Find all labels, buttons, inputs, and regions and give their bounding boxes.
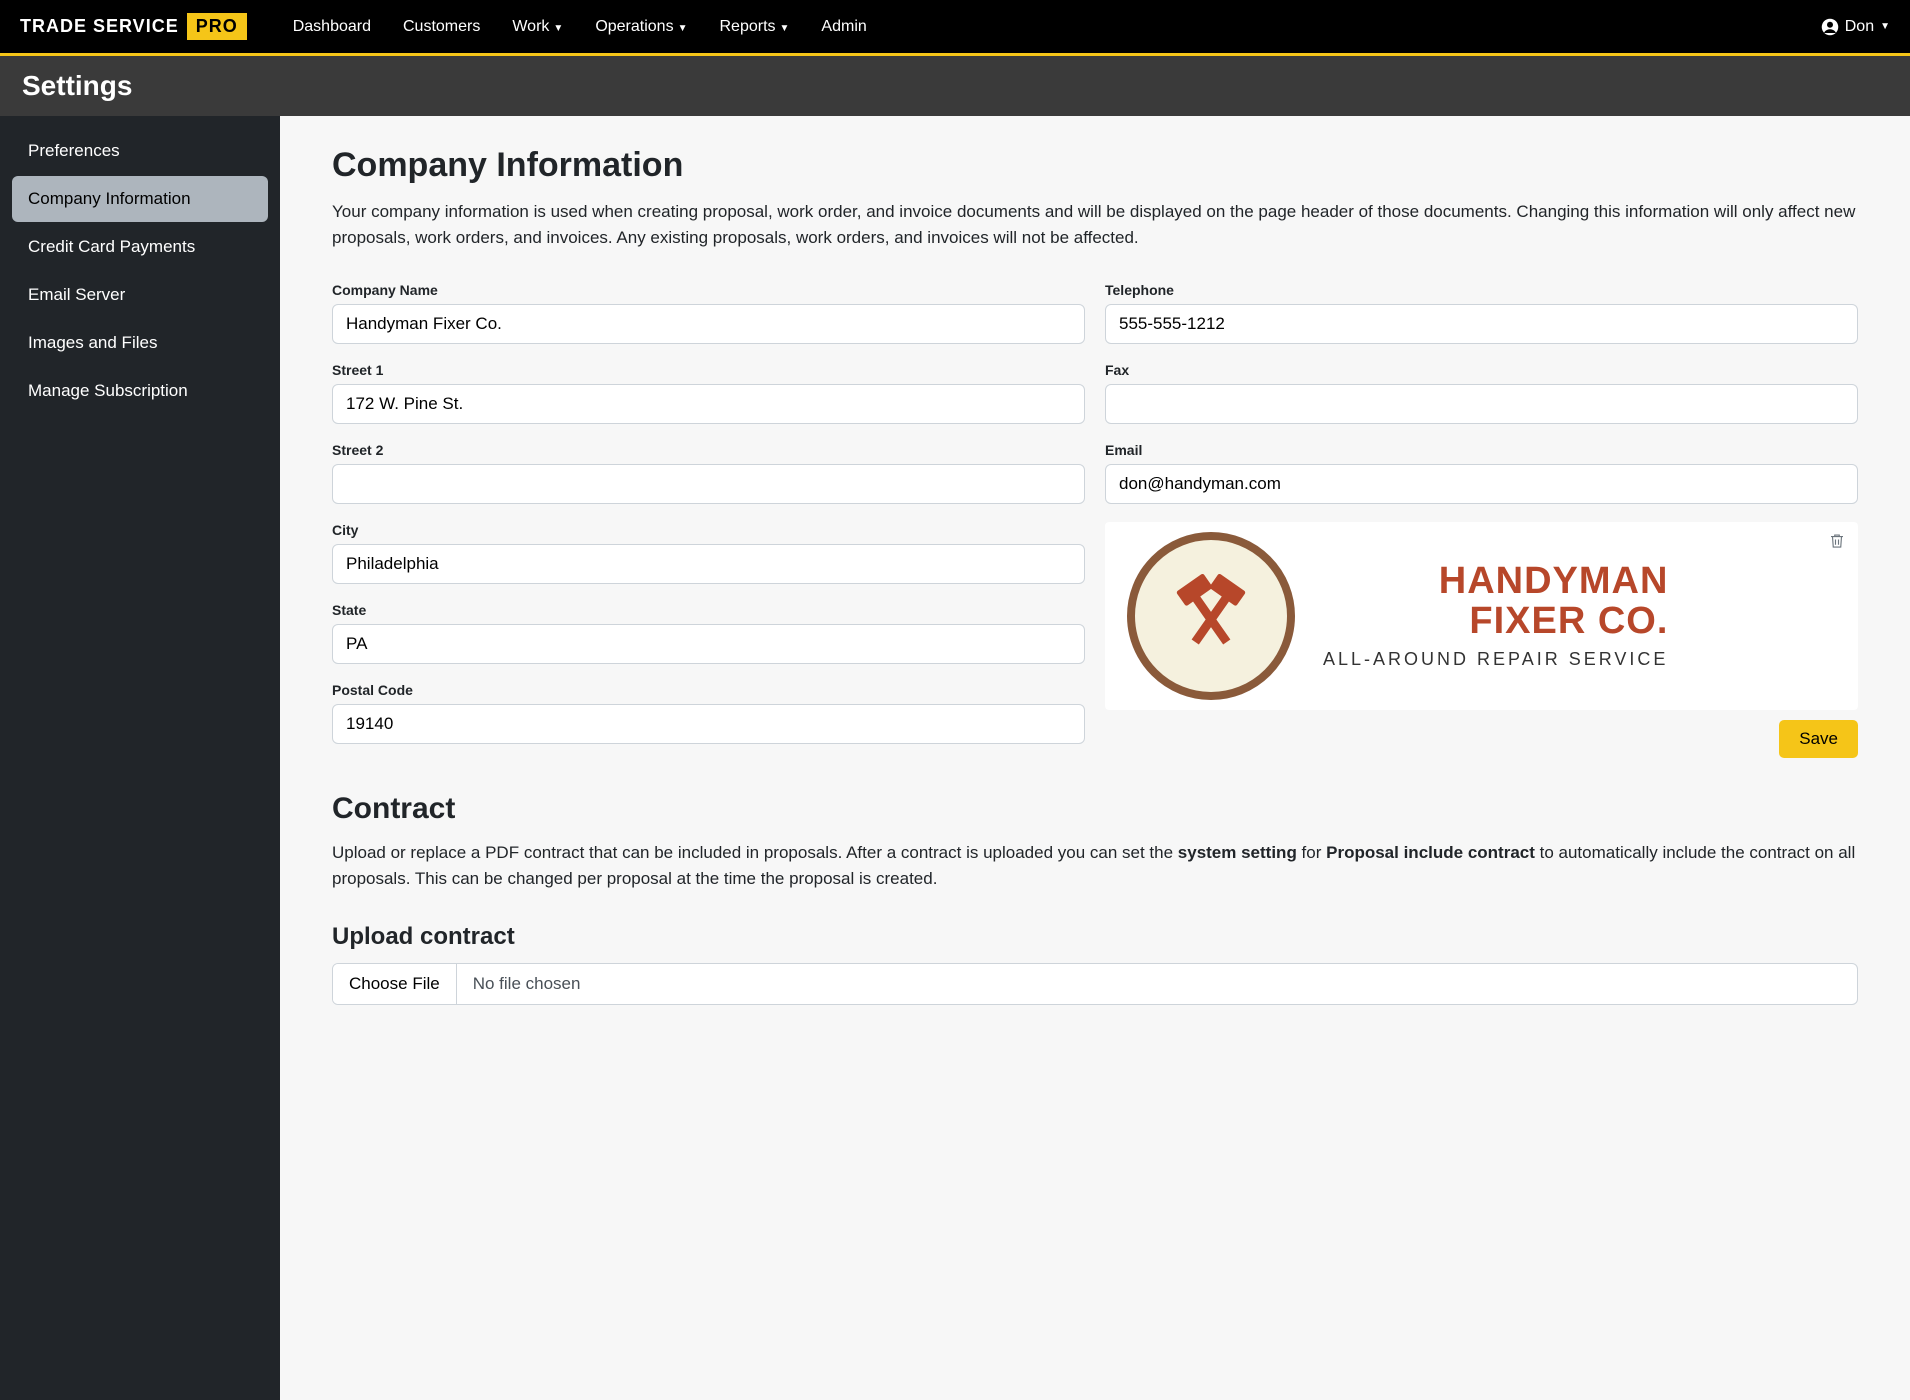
sidebar-item-company-information[interactable]: Company Information (12, 176, 268, 222)
crossed-hammers-icon (1156, 559, 1266, 669)
nav-work[interactable]: Work ▼ (496, 8, 579, 46)
section-title: Company Information (332, 146, 1858, 185)
postal-code-input[interactable] (332, 704, 1085, 744)
logo-title-line2: FIXER CO. (1323, 602, 1668, 642)
caret-down-icon: ▼ (678, 23, 688, 34)
nav-links: Dashboard Customers Work ▼ Operations ▼ Re… (277, 8, 883, 46)
delete-logo-button[interactable] (1828, 532, 1846, 555)
top-nav: TRADE SERVICE PRO Dashboard Customers Wo… (0, 0, 1910, 56)
choose-file-button[interactable]: Choose File (333, 964, 457, 1004)
brand-logo[interactable]: TRADE SERVICE PRO (20, 13, 247, 40)
fax-label: Fax (1105, 362, 1858, 378)
street2-label: Street 2 (332, 442, 1085, 458)
user-menu[interactable]: Don ▼ (1821, 18, 1890, 36)
upload-contract-title: Upload contract (332, 923, 1858, 951)
nav-customers[interactable]: Customers (387, 8, 496, 46)
state-input[interactable] (332, 624, 1085, 664)
street2-input[interactable] (332, 464, 1085, 504)
caret-down-icon: ▼ (1880, 21, 1890, 32)
contract-description: Upload or replace a PDF contract that ca… (332, 840, 1858, 891)
street1-label: Street 1 (332, 362, 1085, 378)
postal-code-label: Postal Code (332, 682, 1085, 698)
contract-desc-part1: Upload or replace a PDF contract that ca… (332, 843, 1178, 862)
telephone-label: Telephone (1105, 282, 1858, 298)
street1-input[interactable] (332, 384, 1085, 424)
nav-admin[interactable]: Admin (805, 8, 882, 46)
sidebar-item-preferences[interactable]: Preferences (12, 128, 268, 174)
sidebar-item-credit-card-payments[interactable]: Credit Card Payments (12, 224, 268, 270)
contract-desc-bold1: system setting (1178, 843, 1297, 862)
sidebar-item-images-and-files[interactable]: Images and Files (12, 320, 268, 366)
caret-down-icon: ▼ (780, 23, 790, 34)
brand-name: TRADE SERVICE (20, 16, 179, 37)
sidebar-item-manage-subscription[interactable]: Manage Subscription (12, 368, 268, 414)
nav-work-label: Work (512, 18, 549, 35)
nav-dashboard[interactable]: Dashboard (277, 8, 387, 46)
telephone-input[interactable] (1105, 304, 1858, 344)
state-label: State (332, 602, 1085, 618)
company-logo-preview: HANDYMAN FIXER CO. ALL-AROUND REPAIR SER… (1105, 522, 1858, 710)
page-title: Settings (0, 56, 1910, 116)
fax-input[interactable] (1105, 384, 1858, 424)
city-label: City (332, 522, 1085, 538)
logo-subtitle: ALL-AROUND REPAIR SERVICE (1323, 649, 1668, 670)
trash-icon (1828, 532, 1846, 550)
save-button[interactable]: Save (1779, 720, 1858, 758)
contract-desc-bold2: Proposal include contract (1326, 843, 1535, 862)
sidebar-item-email-server[interactable]: Email Server (12, 272, 268, 318)
logo-circle-icon (1127, 532, 1295, 700)
email-input[interactable] (1105, 464, 1858, 504)
company-name-input[interactable] (332, 304, 1085, 344)
nav-operations-label: Operations (595, 18, 673, 35)
logo-title-line1: HANDYMAN (1323, 562, 1668, 602)
section-description: Your company information is used when cr… (332, 199, 1858, 250)
settings-sidebar: Preferences Company Information Credit C… (0, 116, 280, 1400)
user-name: Don (1845, 18, 1874, 36)
company-name-label: Company Name (332, 282, 1085, 298)
file-input-row: Choose File No file chosen (332, 963, 1858, 1005)
nav-reports[interactable]: Reports ▼ (703, 8, 805, 46)
brand-badge: PRO (187, 13, 247, 40)
nav-operations[interactable]: Operations ▼ (579, 8, 703, 46)
contract-title: Contract (332, 792, 1858, 826)
caret-down-icon: ▼ (553, 23, 563, 34)
nav-reports-label: Reports (719, 18, 775, 35)
contract-desc-part2: for (1297, 843, 1326, 862)
user-icon (1821, 18, 1839, 36)
email-label: Email (1105, 442, 1858, 458)
file-chosen-text: No file chosen (457, 964, 597, 1004)
city-input[interactable] (332, 544, 1085, 584)
main-content: Company Information Your company informa… (280, 116, 1910, 1400)
